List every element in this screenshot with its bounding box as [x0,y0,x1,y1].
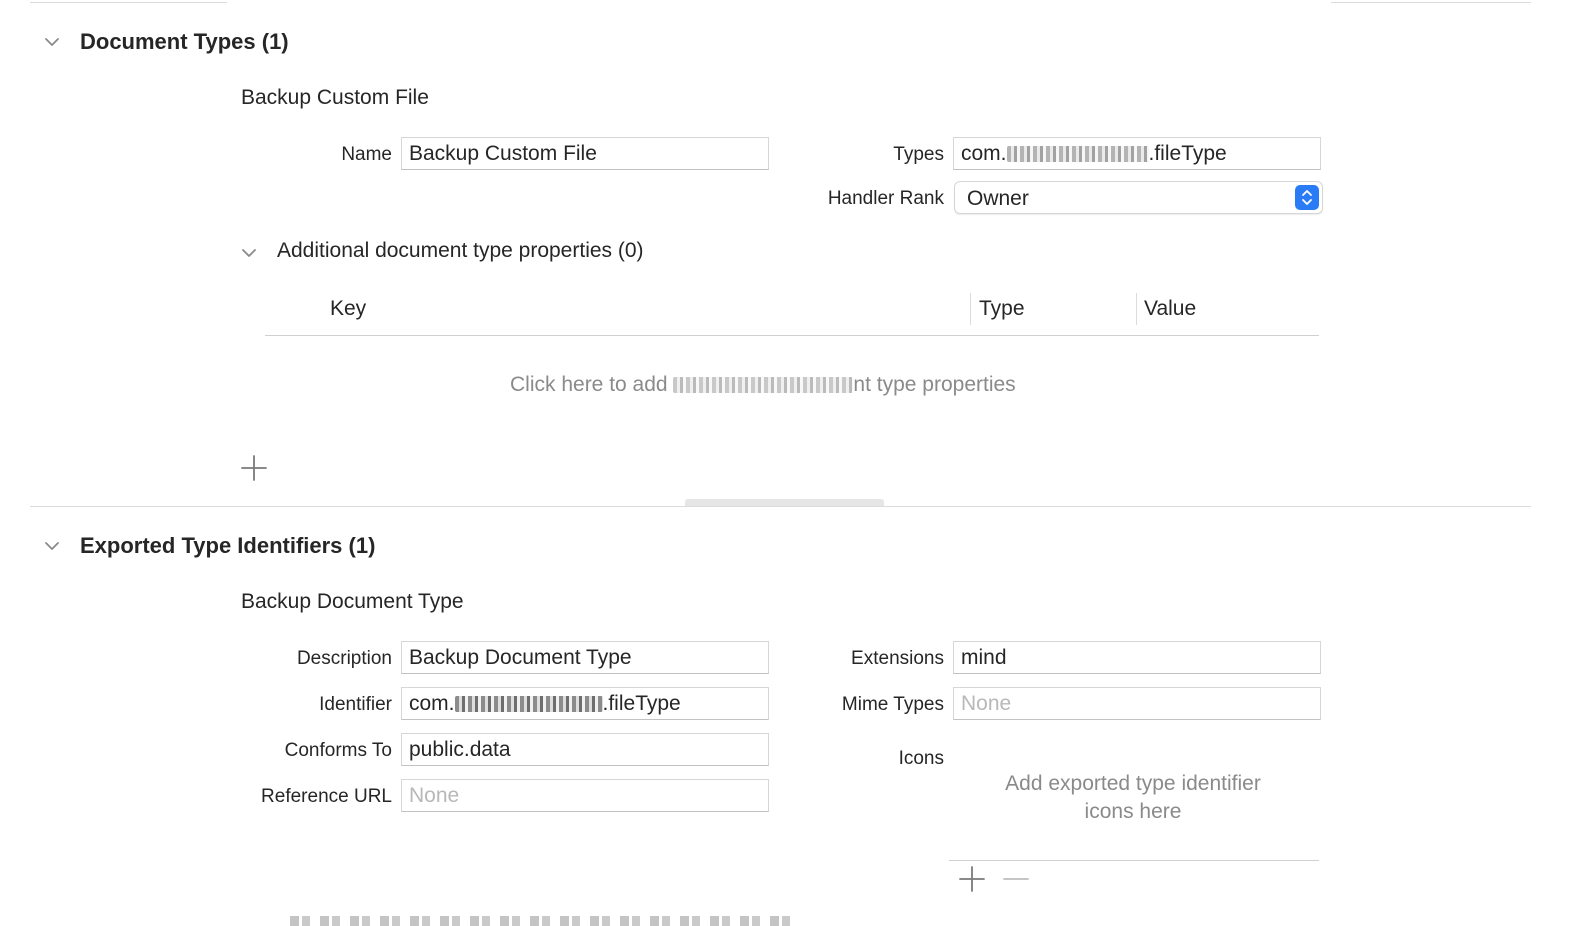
remove-icon-minus-icon[interactable] [1001,864,1031,894]
table-header-separator [265,335,1319,336]
column-separator[interactable] [1136,293,1137,325]
extensions-field[interactable] [953,641,1321,674]
redacted-text [1006,146,1149,162]
description-label: Description [296,648,392,669]
redacted-text [454,696,603,712]
name-label: Name [341,144,392,165]
resize-handle[interactable] [685,499,884,506]
identifier-prefix: com. [409,692,455,715]
next-section-cutoff [290,916,790,926]
column-header-value[interactable]: Value [1144,297,1196,321]
icons-label: Icons [898,748,944,769]
column-separator[interactable] [970,293,971,325]
redacted-text [673,377,854,393]
add-icon-plus-icon[interactable] [957,864,987,894]
types-suffix: .fileType [1148,142,1227,165]
document-types-title: Document Types (1) [80,29,289,54]
document-type-entry-title: Backup Custom File [241,86,429,109]
icons-drop-area[interactable]: Add exported type identifier icons here [953,770,1313,840]
hint-suffix: nt type properties [853,373,1016,396]
types-prefix: com. [961,142,1007,165]
exported-types-disclosure-chevron-down-icon[interactable] [43,537,61,555]
conforms-to-label: Conforms To [284,740,392,761]
handler-rank-label: Handler Rank [827,188,944,209]
mime-types-field[interactable] [953,687,1321,720]
icons-hint-line2: icons here [1084,800,1182,823]
top-separator-left [30,2,227,3]
extensions-label: Extensions [851,648,944,669]
types-label: Types [893,144,944,165]
column-header-key[interactable]: Key [330,297,366,321]
reference-url-field[interactable] [401,779,769,812]
up-down-chevron-icon [1295,185,1319,210]
additional-properties-disclosure-chevron-down-icon[interactable] [240,244,258,262]
description-field[interactable] [401,641,769,674]
reference-url-label: Reference URL [261,786,392,807]
document-types-disclosure-chevron-down-icon[interactable] [43,33,61,51]
add-properties-hint[interactable]: Click here to add nt type properties [510,373,1016,397]
add-property-plus-icon[interactable] [239,453,269,483]
handler-rank-popup[interactable]: Owner [954,181,1323,214]
top-separator-right [1331,2,1531,3]
exported-types-title: Exported Type Identifiers (1) [80,533,376,558]
section-separator [30,506,1531,507]
icons-list-separator [949,860,1319,861]
mime-types-label: Mime Types [841,694,944,715]
handler-rank-value: Owner [967,187,1029,210]
conforms-to-field[interactable] [401,733,769,766]
column-header-type[interactable]: Type [979,297,1025,321]
identifier-label: Identifier [319,694,392,715]
icons-hint-line1: Add exported type identifier [1005,772,1261,795]
types-field[interactable]: com. .fileType [953,137,1321,170]
identifier-field[interactable]: com. .fileType [401,687,769,720]
identifier-suffix: .fileType [602,692,681,715]
hint-prefix: Click here to add [510,373,674,396]
exported-type-entry-title: Backup Document Type [241,590,464,613]
name-field[interactable] [401,137,769,170]
additional-properties-title: Additional document type properties (0) [277,239,644,262]
